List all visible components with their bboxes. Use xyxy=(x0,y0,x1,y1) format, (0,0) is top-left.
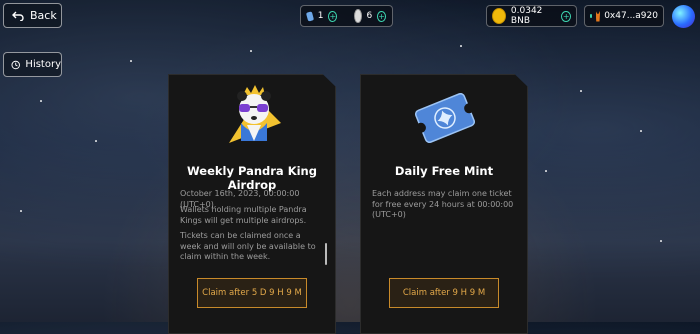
bnb-balance: 0.0342 BNB xyxy=(510,6,543,26)
history-button[interactable]: History xyxy=(3,52,62,77)
avatar[interactable] xyxy=(672,5,695,28)
clock-icon xyxy=(11,60,20,69)
star xyxy=(250,50,252,52)
back-arrow-icon xyxy=(12,11,24,21)
daily-mint-text: Each address may claim one ticket for fr… xyxy=(372,189,514,219)
star xyxy=(660,240,662,242)
airdrop-text-2: Tickets can be claimed once a week and w… xyxy=(180,231,316,261)
star xyxy=(20,210,22,212)
connected-dot-icon xyxy=(590,14,592,18)
back-button[interactable]: Back xyxy=(3,3,62,28)
wallet-button[interactable]: 0x47...a920 xyxy=(584,5,664,27)
claim-airdrop-button[interactable]: Claim after 5 D 9 H 9 M xyxy=(197,278,307,308)
counts-pill: 1 + 6 + xyxy=(300,5,393,27)
claim-daily-mint-button[interactable]: Claim after 9 H 9 M xyxy=(389,278,499,308)
star xyxy=(580,90,582,92)
star xyxy=(130,60,132,62)
add-panda-icon[interactable]: + xyxy=(377,10,386,22)
star xyxy=(460,45,462,47)
airdrop-card: Weekly Pandra King Airdrop October 16th,… xyxy=(168,74,336,334)
add-ticket-icon[interactable]: + xyxy=(328,10,338,22)
airdrop-text-1: Wallets holding multiple Pandra Kings wi… xyxy=(180,205,307,225)
ticket-count: 1 xyxy=(317,11,324,21)
star xyxy=(95,140,97,142)
panda-count: 6 xyxy=(366,11,373,21)
bnb-coin-icon xyxy=(492,8,506,24)
ticket-icon xyxy=(305,10,314,22)
metamask-icon xyxy=(595,10,601,22)
ticket-icon xyxy=(414,93,476,143)
star xyxy=(640,130,642,132)
star xyxy=(40,100,42,102)
add-bnb-icon[interactable]: + xyxy=(561,10,571,22)
bnb-balance-pill: 0.0342 BNB + xyxy=(486,5,577,27)
airdrop-title: Weekly Pandra King Airdrop xyxy=(187,164,317,192)
star xyxy=(545,170,547,172)
scrollbar[interactable] xyxy=(325,243,327,265)
daily-mint-card: Daily Free Mint Each address may claim o… xyxy=(360,74,528,334)
panda-icon xyxy=(353,9,362,23)
wallet-address: 0x47...a920 xyxy=(604,11,658,21)
back-label: Back xyxy=(30,9,57,22)
daily-mint-title: Daily Free Mint xyxy=(394,164,494,178)
panda-king-icon xyxy=(229,85,281,143)
history-label: History xyxy=(25,59,61,70)
